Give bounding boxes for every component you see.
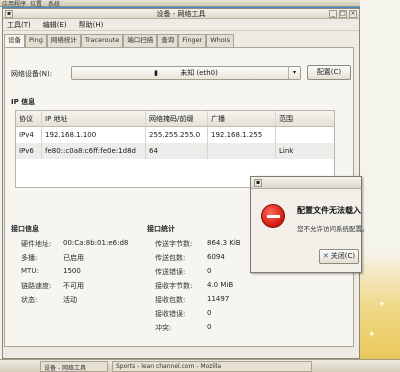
- table-header: 协议 IP 地址 网络掩码/前缀 广播 范围: [16, 111, 334, 127]
- desktop-background-right: ✦ ✦: [360, 0, 400, 359]
- tab-port-scan[interactable]: 端口扫描: [123, 34, 158, 47]
- dialog-close-label: 关闭(C): [330, 252, 356, 260]
- configure-button-label: 配置(C): [316, 68, 342, 76]
- maximize-button[interactable]: □: [339, 10, 347, 18]
- tx-packets-label: 传送包数:: [155, 254, 186, 262]
- tx-bytes-label: 传送字节数:: [155, 240, 193, 248]
- dialog-message: 配置文件无法载入: [297, 206, 361, 215]
- tab-traceroute[interactable]: Traceroute: [80, 34, 124, 47]
- link-speed-label: 链路速度:: [21, 282, 52, 290]
- collisions-value: 0: [207, 323, 212, 331]
- top-panel: 应用程序 位置 系统: [0, 0, 400, 8]
- table-cell: IPv4: [16, 127, 42, 143]
- mtu-label: MTU:: [21, 267, 39, 275]
- table-row[interactable]: IPv4 192.168.1.100 255.255.255.0 192.168…: [16, 127, 334, 143]
- network-card-icon: ▮: [154, 69, 158, 77]
- close-button[interactable]: ×: [349, 10, 357, 18]
- multicast-value: 已启用: [63, 254, 84, 262]
- table-cell: IPv6: [16, 143, 42, 159]
- table-cell: fe80::c0a8:c6ff:fe0e:1d8d: [42, 143, 146, 159]
- collisions-label: 冲突:: [155, 324, 172, 332]
- error-icon: [261, 204, 285, 228]
- tab-whois[interactable]: Whois: [206, 34, 234, 47]
- ip-info-heading: IP 信息: [11, 98, 36, 106]
- top-panel-applications[interactable]: 应用程序: [2, 0, 26, 8]
- tx-errors-label: 传送错误:: [155, 268, 186, 276]
- top-panel-system[interactable]: 系统: [48, 0, 60, 8]
- minimize-button[interactable]: _: [329, 10, 337, 18]
- tab-devices[interactable]: 设备: [4, 34, 25, 48]
- column-header[interactable]: 协议: [16, 111, 42, 126]
- state-value: 活动: [63, 296, 77, 304]
- hw-address-label: 硬件地址:: [21, 240, 52, 248]
- dialog-titlebar[interactable]: ▪: [251, 177, 361, 189]
- tx-packets-value: 6094: [207, 253, 225, 261]
- device-select[interactable]: ▮ 未知 (eth0) ▾: [71, 66, 301, 80]
- table-cell: Link: [279, 147, 294, 155]
- column-header[interactable]: 广播: [208, 111, 276, 126]
- device-label: 网络设备(N):: [11, 70, 53, 78]
- rx-packets-value: 11497: [207, 295, 230, 303]
- rx-errors-value: 0: [207, 309, 212, 317]
- window-titlebar[interactable]: 设备 - 网络工具 ▪ _ □ ×: [3, 9, 359, 19]
- configure-button[interactable]: 配置(C): [307, 65, 351, 80]
- table-cell: [276, 127, 334, 143]
- tab-bar: 设备 Ping 网络统计 Traceroute 端口扫描 查询 Finger W…: [4, 34, 234, 48]
- menubar: 工具(T) 编辑(E) 帮助(H): [3, 19, 359, 31]
- tab-lookup[interactable]: 查询: [157, 34, 179, 47]
- interface-stats-heading: 接口统计: [147, 225, 175, 233]
- table-cell: 64: [146, 143, 208, 159]
- mtu-value: 1500: [63, 267, 81, 275]
- menu-tools[interactable]: 工具(T): [5, 20, 33, 30]
- device-select-value: 未知 (eth0): [180, 69, 218, 77]
- chevron-down-icon: ▾: [288, 67, 300, 79]
- interface-info-heading: 接口信息: [11, 225, 39, 233]
- table-cell: [208, 143, 276, 159]
- error-dialog: ▪ 配置文件无法载入 您不允许访问系统配置。 ✕ 关闭(C): [250, 176, 369, 273]
- window-menu-icon[interactable]: ▪: [254, 179, 262, 187]
- menu-edit[interactable]: 编辑(E): [41, 20, 69, 30]
- sparkle-icon: ✦: [368, 330, 376, 340]
- table-row[interactable]: IPv6 fe80::c0a8:c6ff:fe0e:1d8d 64 Link: [16, 143, 334, 159]
- dialog-close-button[interactable]: ✕ 关闭(C): [319, 249, 359, 264]
- column-header[interactable]: IP 地址: [42, 111, 146, 126]
- close-icon: ✕: [322, 252, 329, 260]
- column-header[interactable]: 网络掩码/前缀: [146, 111, 208, 126]
- tx-errors-value: 0: [207, 267, 212, 275]
- dialog-detail: 您不允许访问系统配置。: [297, 225, 369, 233]
- column-header[interactable]: 范围: [276, 111, 334, 126]
- rx-bytes-value: 4.0 MiB: [207, 281, 234, 289]
- link-speed-value: 不可用: [63, 282, 84, 290]
- table-cell: 255.255.255.0: [146, 127, 208, 143]
- tab-ping[interactable]: Ping: [25, 34, 47, 47]
- bottom-panel: 设备 - 网络工具 Sports - lean channel.com - Mo…: [0, 359, 400, 372]
- sparkle-icon: ✦: [378, 300, 386, 310]
- rx-bytes-label: 接收字节数:: [155, 282, 193, 290]
- table-cell: 192.168.1.100: [42, 127, 146, 143]
- rx-packets-label: 接收包数:: [155, 296, 186, 304]
- window-title: 设备 - 网络工具: [156, 10, 206, 18]
- hw-address-value: 00:Ca:8b:01:e6:d8: [63, 239, 129, 247]
- menu-help[interactable]: 帮助(H): [77, 20, 106, 30]
- multicast-label: 多播:: [21, 254, 38, 262]
- tx-bytes-value: 864.3 KiB: [207, 239, 241, 247]
- taskbar-item-browser[interactable]: Sports - lean channel.com - Mozilla: [112, 361, 312, 372]
- tab-finger[interactable]: Finger: [178, 34, 207, 47]
- top-panel-places[interactable]: 位置: [30, 0, 42, 8]
- taskbar-item-network-tools[interactable]: 设备 - 网络工具: [40, 361, 108, 372]
- table-cell: 192.168.1.255: [208, 127, 276, 143]
- rx-errors-label: 接收错误:: [155, 310, 186, 318]
- window-menu-icon[interactable]: ▪: [5, 10, 13, 18]
- state-label: 状态:: [21, 296, 38, 304]
- tab-netstat[interactable]: 网络统计: [46, 34, 81, 47]
